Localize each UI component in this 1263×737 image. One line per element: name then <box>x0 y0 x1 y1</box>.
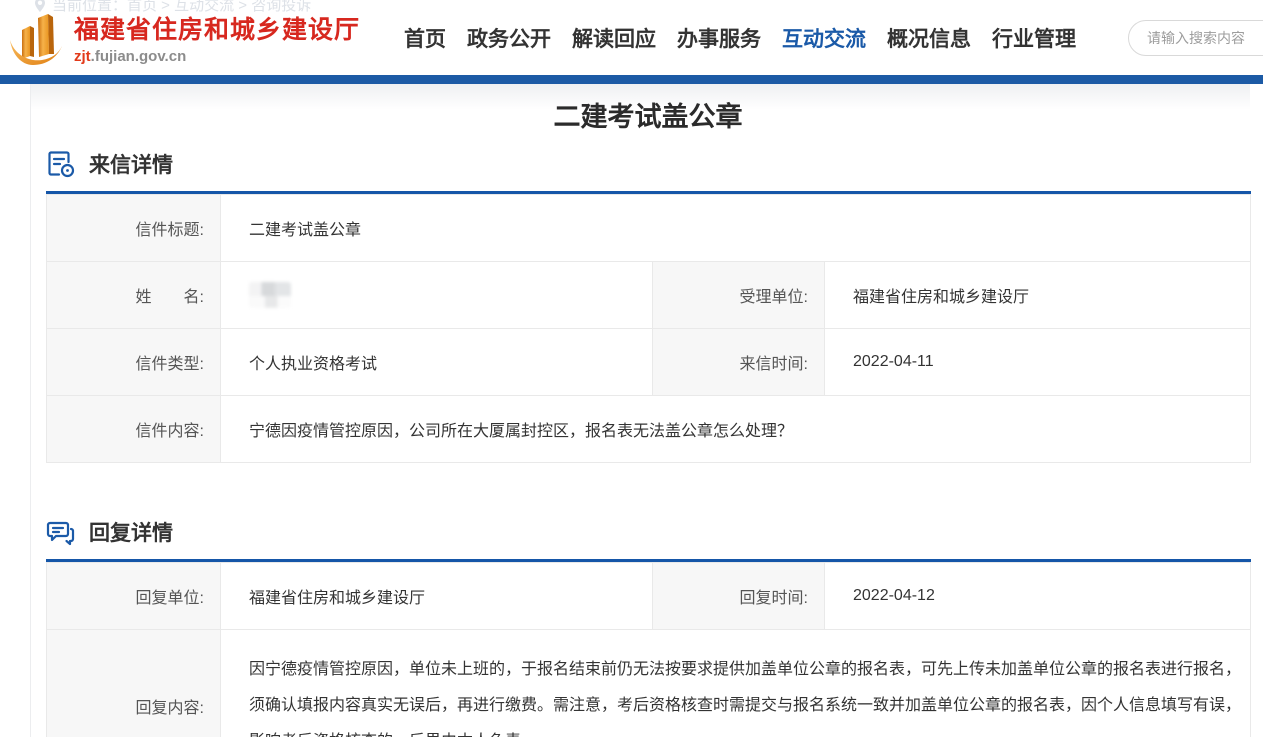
table-row: 回复单位: 福建省住房和城乡建设厅 回复时间: 2022-04-12 <box>47 563 1251 630</box>
reply-details-table: 回复单位: 福建省住房和城乡建设厅 回复时间: 2022-04-12 回复内容:… <box>46 562 1251 737</box>
letter-time-label: 来信时间: <box>653 329 825 396</box>
blue-divider-bar <box>0 75 1263 84</box>
letter-type-value: 个人执业资格考试 <box>221 329 653 396</box>
letter-section-title: 来信详情 <box>89 149 173 179</box>
page-title: 二建考试盖公章 <box>46 84 1250 134</box>
reply-time-label: 回复时间: <box>653 563 825 630</box>
nav-item-home[interactable]: 首页 <box>404 23 446 53</box>
search-input[interactable] <box>1128 20 1263 56</box>
letter-details-table: 信件标题: 二建考试盖公章 姓 名: 受理单位: 福建省住房和城乡建设厅 信件类… <box>46 194 1251 463</box>
nav-item-interaction[interactable]: 互动交流 <box>782 23 866 53</box>
accept-unit-value: 福建省住房和城乡建设厅 <box>825 262 1251 329</box>
reply-content-value: 因宁德疫情管控原因，单位未上班的，于报名结束前仍无法按要求提供加盖单位公章的报名… <box>221 630 1251 737</box>
letter-document-icon <box>46 149 76 179</box>
site-name: 福建省住房和城乡建设厅 <box>74 10 360 46</box>
reply-section-header: 回复详情 <box>46 517 1250 547</box>
letter-title-label: 信件标题: <box>47 195 221 262</box>
site-url-prefix: zjt <box>74 48 91 65</box>
letter-type-label: 信件类型: <box>47 329 221 396</box>
letter-time-value: 2022-04-11 <box>825 329 1251 396</box>
logo-text: 福建省住房和城乡建设厅 zjt.fujian.gov.cn <box>74 10 360 65</box>
letter-name-label: 姓 名: <box>47 262 221 329</box>
letter-section-header: 来信详情 <box>46 149 1250 179</box>
nav-item-services[interactable]: 办事服务 <box>677 23 761 53</box>
letter-name-value <box>221 262 653 329</box>
reply-unit-label: 回复单位: <box>47 563 221 630</box>
letter-content-label: 信件内容: <box>47 396 221 463</box>
table-row: 信件类型: 个人执业资格考试 来信时间: 2022-04-11 <box>47 329 1251 396</box>
letter-title-value: 二建考试盖公章 <box>221 195 1251 262</box>
reply-content-label: 回复内容: <box>47 630 221 737</box>
table-row: 回复内容: 因宁德疫情管控原因，单位未上班的，于报名结束前仍无法按要求提供加盖单… <box>47 630 1251 737</box>
nav-item-industry[interactable]: 行业管理 <box>992 23 1076 53</box>
nav-item-gov-info[interactable]: 政务公开 <box>467 23 551 53</box>
nav-item-interpretation[interactable]: 解读回应 <box>572 23 656 53</box>
reply-chat-icon <box>46 517 76 547</box>
site-url: zjt.fujian.gov.cn <box>74 48 360 65</box>
letter-content-value: 宁德因疫情管控原因，公司所在大厦属封控区，报名表无法盖公章怎么处理？ <box>221 396 1251 463</box>
site-header: 福建省住房和城乡建设厅 zjt.fujian.gov.cn 首页 政务公开 解读… <box>0 0 1263 75</box>
nav-item-overview[interactable]: 概况信息 <box>887 23 971 53</box>
table-row: 信件标题: 二建考试盖公章 <box>47 195 1251 262</box>
site-url-suffix: .fujian.gov.cn <box>91 48 187 65</box>
site-logo[interactable]: 福建省住房和城乡建设厅 zjt.fujian.gov.cn <box>8 10 360 66</box>
reply-section-title: 回复详情 <box>89 517 173 547</box>
main-nav: 首页 政务公开 解读回应 办事服务 互动交流 概况信息 行业管理 <box>404 23 1076 53</box>
table-row: 姓 名: 受理单位: 福建省住房和城乡建设厅 <box>47 262 1251 329</box>
reply-unit-value: 福建省住房和城乡建设厅 <box>221 563 653 630</box>
table-row: 信件内容: 宁德因疫情管控原因，公司所在大厦属封控区，报名表无法盖公章怎么处理？ <box>47 396 1251 463</box>
accept-unit-label: 受理单位: <box>653 262 825 329</box>
buildings-logo-icon <box>8 10 66 66</box>
reply-time-value: 2022-04-12 <box>825 563 1251 630</box>
main-content: 二建考试盖公章 来信详情 信件标题: 二建考试盖公章 姓 名: 受理单位: 福建… <box>30 84 1250 737</box>
redacted-name <box>249 282 291 308</box>
